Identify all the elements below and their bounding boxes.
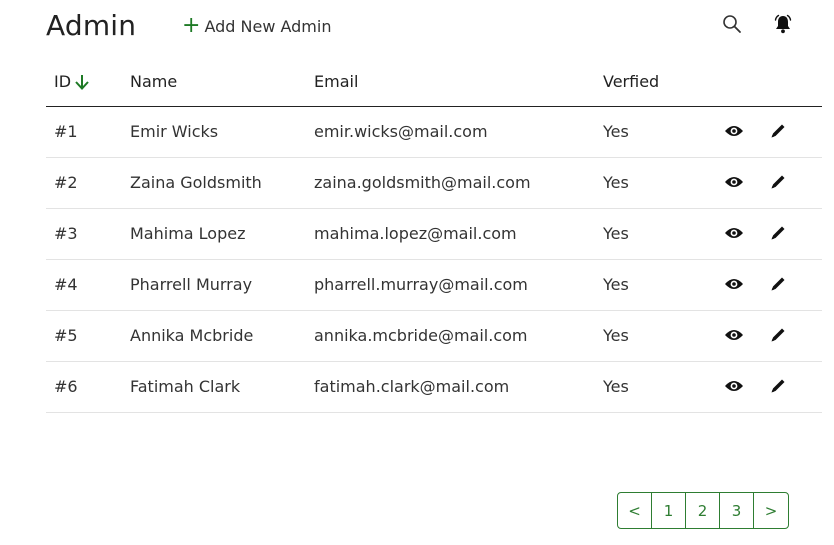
row-verified: Yes [603,173,629,192]
row-verified: Yes [603,377,629,396]
pagination-page-3[interactable]: 3 [720,493,754,528]
arrow-down-icon [75,75,89,90]
row-name: Mahima Lopez [130,224,246,243]
add-new-admin-button[interactable]: + Add New Admin [182,14,331,38]
row-name: Annika Mcbride [130,326,254,345]
pagination-next-button[interactable]: > [754,493,788,528]
pagination-page-1[interactable]: 1 [652,493,686,528]
row-email: zaina.goldsmith@mail.com [314,173,531,192]
eye-icon[interactable] [723,324,745,346]
row-name: Zaina Goldsmith [130,173,262,192]
add-new-admin-label: Add New Admin [204,16,332,36]
row-email: mahima.lopez@mail.com [314,224,517,243]
eye-icon[interactable] [723,120,745,142]
table-row: #3 Mahima Lopez mahima.lopez@mail.com Yes [46,209,822,260]
pencil-icon[interactable] [767,273,789,295]
eye-icon[interactable] [723,171,745,193]
row-verified: Yes [603,326,629,345]
plus-icon: + [182,13,201,38]
pencil-icon[interactable] [767,324,789,346]
column-id-header[interactable]: ID [54,72,90,92]
column-id-label: ID [54,72,72,91]
row-id: #4 [54,275,78,294]
bell-icon[interactable] [771,12,795,36]
pagination: < 1 2 3 > [617,492,789,529]
column-name-header: Name [130,72,178,91]
column-email-header: Email [314,72,359,91]
row-name: Fatimah Clark [130,377,241,396]
page-title: Admin [46,9,137,42]
search-icon[interactable] [720,12,744,36]
row-id: #2 [54,173,78,192]
table-body: #1 Emir Wicks emir.wicks@mail.com Yes #2 Zain… [46,107,822,413]
table-row: #2 Zaina Goldsmith zaina.goldsmith@mail.co… [46,158,822,209]
row-id: #3 [54,224,78,243]
table-header: ID Name Email Verfied [46,60,822,107]
pencil-icon[interactable] [767,375,789,397]
row-email: emir.wicks@mail.com [314,122,488,141]
pencil-icon[interactable] [767,120,789,142]
row-id: #6 [54,377,78,396]
row-verified: Yes [603,224,629,243]
row-id: #5 [54,326,78,345]
row-email: pharrell.murray@mail.com [314,275,528,294]
table-row: #5 Annika Mcbride annika.mcbride@mail.com Y… [46,311,822,362]
pagination-prev-button[interactable]: < [618,493,652,528]
table-row: #1 Emir Wicks emir.wicks@mail.com Yes [46,107,822,158]
pagination-page-2[interactable]: 2 [686,493,720,528]
table-row: #4 Pharrell Murray pharrell.murray@mail.co… [46,260,822,311]
row-name: Emir Wicks [130,122,219,141]
row-verified: Yes [603,122,629,141]
row-id: #1 [54,122,78,141]
eye-icon[interactable] [723,375,745,397]
row-verified: Yes [603,275,629,294]
table-row: #6 Fatimah Clark fatimah.clark@mail.com Yes [46,362,822,413]
row-name: Pharrell Murray [130,275,253,294]
row-email: fatimah.clark@mail.com [314,377,510,396]
page-header: Admin + Add New Admin [0,0,834,56]
column-verified-header: Verfied [603,72,660,91]
pencil-icon[interactable] [767,171,789,193]
eye-icon[interactable] [723,273,745,295]
row-email: annika.mcbride@mail.com [314,326,528,345]
admin-table: ID Name Email Verfied #1 Emir Wicks emir.w… [46,60,822,413]
eye-icon[interactable] [723,222,745,244]
pencil-icon[interactable] [767,222,789,244]
